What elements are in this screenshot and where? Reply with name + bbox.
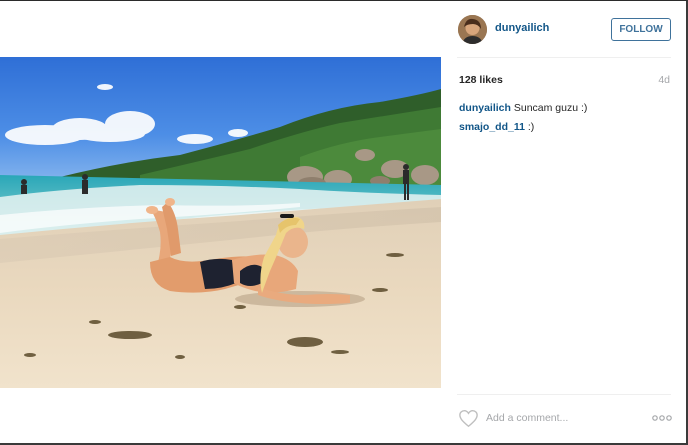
post-sidebar: dunyailich FOLLOW 128 likes 4d dunyailic…: [441, 1, 686, 444]
post-header: dunyailich FOLLOW: [441, 1, 686, 57]
heart-outline-icon[interactable]: [458, 409, 479, 428]
comment-item: smajo_dd_11 :): [459, 121, 534, 133]
add-comment-input[interactable]: [486, 408, 636, 428]
likes-count[interactable]: 128 likes: [459, 74, 503, 86]
avatar-image: [458, 15, 487, 44]
post-timestamp[interactable]: 4d: [658, 74, 670, 86]
instagram-post-modal: dunyailich FOLLOW 128 likes 4d dunyailic…: [0, 0, 688, 445]
comment-text: :): [527, 121, 535, 133]
comment-item: dunyailich Suncam guzu :): [459, 102, 587, 114]
comment-author[interactable]: dunyailich: [459, 102, 511, 114]
footer-divider: [457, 394, 671, 395]
user-avatar[interactable]: [458, 15, 487, 44]
comment-author[interactable]: smajo_dd_11: [459, 121, 525, 133]
comment-footer: [441, 396, 686, 442]
comment-text: Suncam guzu :): [513, 102, 588, 114]
more-options-icon[interactable]: [651, 411, 673, 425]
post-username[interactable]: dunyailich: [495, 22, 549, 34]
header-divider: [457, 57, 671, 58]
follow-button[interactable]: FOLLOW: [611, 18, 671, 41]
post-photo[interactable]: [0, 57, 441, 388]
